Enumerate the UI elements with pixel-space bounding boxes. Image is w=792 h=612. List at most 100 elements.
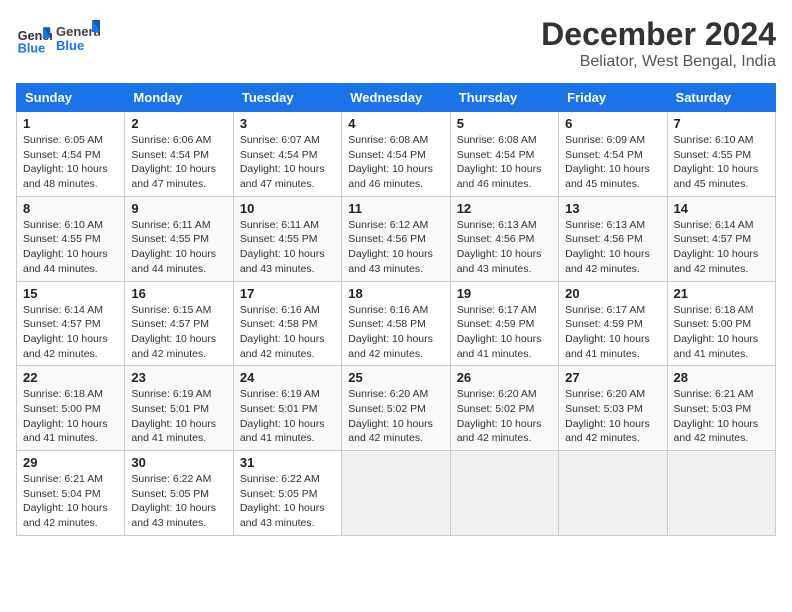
calendar-week-5: 29 Sunrise: 6:21 AMSunset: 5:04 PMDaylig…: [17, 451, 776, 536]
calendar-cell: 31 Sunrise: 6:22 AMSunset: 5:05 PMDaylig…: [233, 451, 341, 536]
calendar-cell: 7 Sunrise: 6:10 AMSunset: 4:55 PMDayligh…: [667, 112, 775, 197]
calendar-table: SundayMondayTuesdayWednesdayThursdayFrid…: [16, 83, 776, 536]
day-number: 3: [240, 116, 335, 131]
calendar-cell: 22 Sunrise: 6:18 AMSunset: 5:00 PMDaylig…: [17, 366, 125, 451]
day-number: 19: [457, 286, 552, 301]
calendar-cell: 21 Sunrise: 6:18 AMSunset: 5:00 PMDaylig…: [667, 281, 775, 366]
day-info: Sunrise: 6:18 AMSunset: 5:00 PMDaylight:…: [23, 387, 118, 446]
day-info: Sunrise: 6:20 AMSunset: 5:02 PMDaylight:…: [457, 387, 552, 446]
day-number: 10: [240, 201, 335, 216]
day-info: Sunrise: 6:16 AMSunset: 4:58 PMDaylight:…: [240, 303, 335, 362]
day-number: 31: [240, 455, 335, 470]
title-block: December 2024 Beliator, West Bengal, Ind…: [541, 16, 776, 71]
day-info: Sunrise: 6:10 AMSunset: 4:55 PMDaylight:…: [23, 218, 118, 277]
day-info: Sunrise: 6:17 AMSunset: 4:59 PMDaylight:…: [565, 303, 660, 362]
calendar-cell: 17 Sunrise: 6:16 AMSunset: 4:58 PMDaylig…: [233, 281, 341, 366]
calendar-cell: 6 Sunrise: 6:09 AMSunset: 4:54 PMDayligh…: [559, 112, 667, 197]
day-number: 1: [23, 116, 118, 131]
calendar-cell: [450, 451, 558, 536]
calendar-cell: [342, 451, 450, 536]
svg-text:Blue: Blue: [56, 38, 84, 53]
day-info: Sunrise: 6:12 AMSunset: 4:56 PMDaylight:…: [348, 218, 443, 277]
header-thursday: Thursday: [450, 84, 558, 112]
day-number: 8: [23, 201, 118, 216]
day-number: 27: [565, 370, 660, 385]
day-info: Sunrise: 6:06 AMSunset: 4:54 PMDaylight:…: [131, 133, 226, 192]
header-saturday: Saturday: [667, 84, 775, 112]
day-number: 16: [131, 286, 226, 301]
day-info: Sunrise: 6:08 AMSunset: 4:54 PMDaylight:…: [457, 133, 552, 192]
day-info: Sunrise: 6:13 AMSunset: 4:56 PMDaylight:…: [457, 218, 552, 277]
day-number: 7: [674, 116, 769, 131]
day-info: Sunrise: 6:15 AMSunset: 4:57 PMDaylight:…: [131, 303, 226, 362]
day-info: Sunrise: 6:21 AMSunset: 5:03 PMDaylight:…: [674, 387, 769, 446]
day-info: Sunrise: 6:07 AMSunset: 4:54 PMDaylight:…: [240, 133, 335, 192]
day-info: Sunrise: 6:16 AMSunset: 4:58 PMDaylight:…: [348, 303, 443, 362]
day-info: Sunrise: 6:13 AMSunset: 4:56 PMDaylight:…: [565, 218, 660, 277]
header-monday: Monday: [125, 84, 233, 112]
calendar-week-2: 8 Sunrise: 6:10 AMSunset: 4:55 PMDayligh…: [17, 196, 776, 281]
calendar-cell: 19 Sunrise: 6:17 AMSunset: 4:59 PMDaylig…: [450, 281, 558, 366]
day-info: Sunrise: 6:17 AMSunset: 4:59 PMDaylight:…: [457, 303, 552, 362]
header-friday: Friday: [559, 84, 667, 112]
day-number: 24: [240, 370, 335, 385]
day-info: Sunrise: 6:08 AMSunset: 4:54 PMDaylight:…: [348, 133, 443, 192]
day-number: 12: [457, 201, 552, 216]
day-info: Sunrise: 6:10 AMSunset: 4:55 PMDaylight:…: [674, 133, 769, 192]
day-number: 5: [457, 116, 552, 131]
day-number: 2: [131, 116, 226, 131]
calendar-cell: 3 Sunrise: 6:07 AMSunset: 4:54 PMDayligh…: [233, 112, 341, 197]
day-number: 18: [348, 286, 443, 301]
day-number: 14: [674, 201, 769, 216]
calendar-cell: 8 Sunrise: 6:10 AMSunset: 4:55 PMDayligh…: [17, 196, 125, 281]
calendar-cell: 24 Sunrise: 6:19 AMSunset: 5:01 PMDaylig…: [233, 366, 341, 451]
day-number: 23: [131, 370, 226, 385]
day-number: 4: [348, 116, 443, 131]
header-tuesday: Tuesday: [233, 84, 341, 112]
calendar-week-4: 22 Sunrise: 6:18 AMSunset: 5:00 PMDaylig…: [17, 366, 776, 451]
calendar-cell: [559, 451, 667, 536]
day-number: 26: [457, 370, 552, 385]
header-wednesday: Wednesday: [342, 84, 450, 112]
day-info: Sunrise: 6:22 AMSunset: 5:05 PMDaylight:…: [240, 472, 335, 531]
day-info: Sunrise: 6:14 AMSunset: 4:57 PMDaylight:…: [23, 303, 118, 362]
day-info: Sunrise: 6:18 AMSunset: 5:00 PMDaylight:…: [674, 303, 769, 362]
page-header: General Blue General Blue December 2024 …: [16, 16, 776, 71]
day-info: Sunrise: 6:19 AMSunset: 5:01 PMDaylight:…: [131, 387, 226, 446]
calendar-week-1: 1 Sunrise: 6:05 AMSunset: 4:54 PMDayligh…: [17, 112, 776, 197]
day-number: 11: [348, 201, 443, 216]
day-info: Sunrise: 6:14 AMSunset: 4:57 PMDaylight:…: [674, 218, 769, 277]
calendar-header-row: SundayMondayTuesdayWednesdayThursdayFrid…: [17, 84, 776, 112]
header-sunday: Sunday: [17, 84, 125, 112]
day-info: Sunrise: 6:21 AMSunset: 5:04 PMDaylight:…: [23, 472, 118, 531]
calendar-cell: 14 Sunrise: 6:14 AMSunset: 4:57 PMDaylig…: [667, 196, 775, 281]
calendar-cell: 29 Sunrise: 6:21 AMSunset: 5:04 PMDaylig…: [17, 451, 125, 536]
calendar-cell: 18 Sunrise: 6:16 AMSunset: 4:58 PMDaylig…: [342, 281, 450, 366]
day-info: Sunrise: 6:19 AMSunset: 5:01 PMDaylight:…: [240, 387, 335, 446]
day-number: 6: [565, 116, 660, 131]
logo-icon: General Blue: [16, 20, 52, 56]
calendar-week-3: 15 Sunrise: 6:14 AMSunset: 4:57 PMDaylig…: [17, 281, 776, 366]
calendar-cell: 30 Sunrise: 6:22 AMSunset: 5:05 PMDaylig…: [125, 451, 233, 536]
day-number: 30: [131, 455, 226, 470]
svg-text:Blue: Blue: [18, 41, 45, 55]
calendar-cell: 27 Sunrise: 6:20 AMSunset: 5:03 PMDaylig…: [559, 366, 667, 451]
calendar-cell: 25 Sunrise: 6:20 AMSunset: 5:02 PMDaylig…: [342, 366, 450, 451]
day-number: 13: [565, 201, 660, 216]
calendar-cell: 15 Sunrise: 6:14 AMSunset: 4:57 PMDaylig…: [17, 281, 125, 366]
calendar-cell: 26 Sunrise: 6:20 AMSunset: 5:02 PMDaylig…: [450, 366, 558, 451]
day-info: Sunrise: 6:11 AMSunset: 4:55 PMDaylight:…: [240, 218, 335, 277]
month-title: December 2024: [541, 16, 776, 53]
day-number: 29: [23, 455, 118, 470]
calendar-cell: 2 Sunrise: 6:06 AMSunset: 4:54 PMDayligh…: [125, 112, 233, 197]
calendar-cell: 4 Sunrise: 6:08 AMSunset: 4:54 PMDayligh…: [342, 112, 450, 197]
day-number: 28: [674, 370, 769, 385]
logo-bird-icon: General Blue: [56, 16, 100, 60]
calendar-cell: 10 Sunrise: 6:11 AMSunset: 4:55 PMDaylig…: [233, 196, 341, 281]
day-number: 20: [565, 286, 660, 301]
day-info: Sunrise: 6:11 AMSunset: 4:55 PMDaylight:…: [131, 218, 226, 277]
calendar-cell: 20 Sunrise: 6:17 AMSunset: 4:59 PMDaylig…: [559, 281, 667, 366]
day-info: Sunrise: 6:20 AMSunset: 5:03 PMDaylight:…: [565, 387, 660, 446]
day-number: 21: [674, 286, 769, 301]
calendar-cell: 11 Sunrise: 6:12 AMSunset: 4:56 PMDaylig…: [342, 196, 450, 281]
